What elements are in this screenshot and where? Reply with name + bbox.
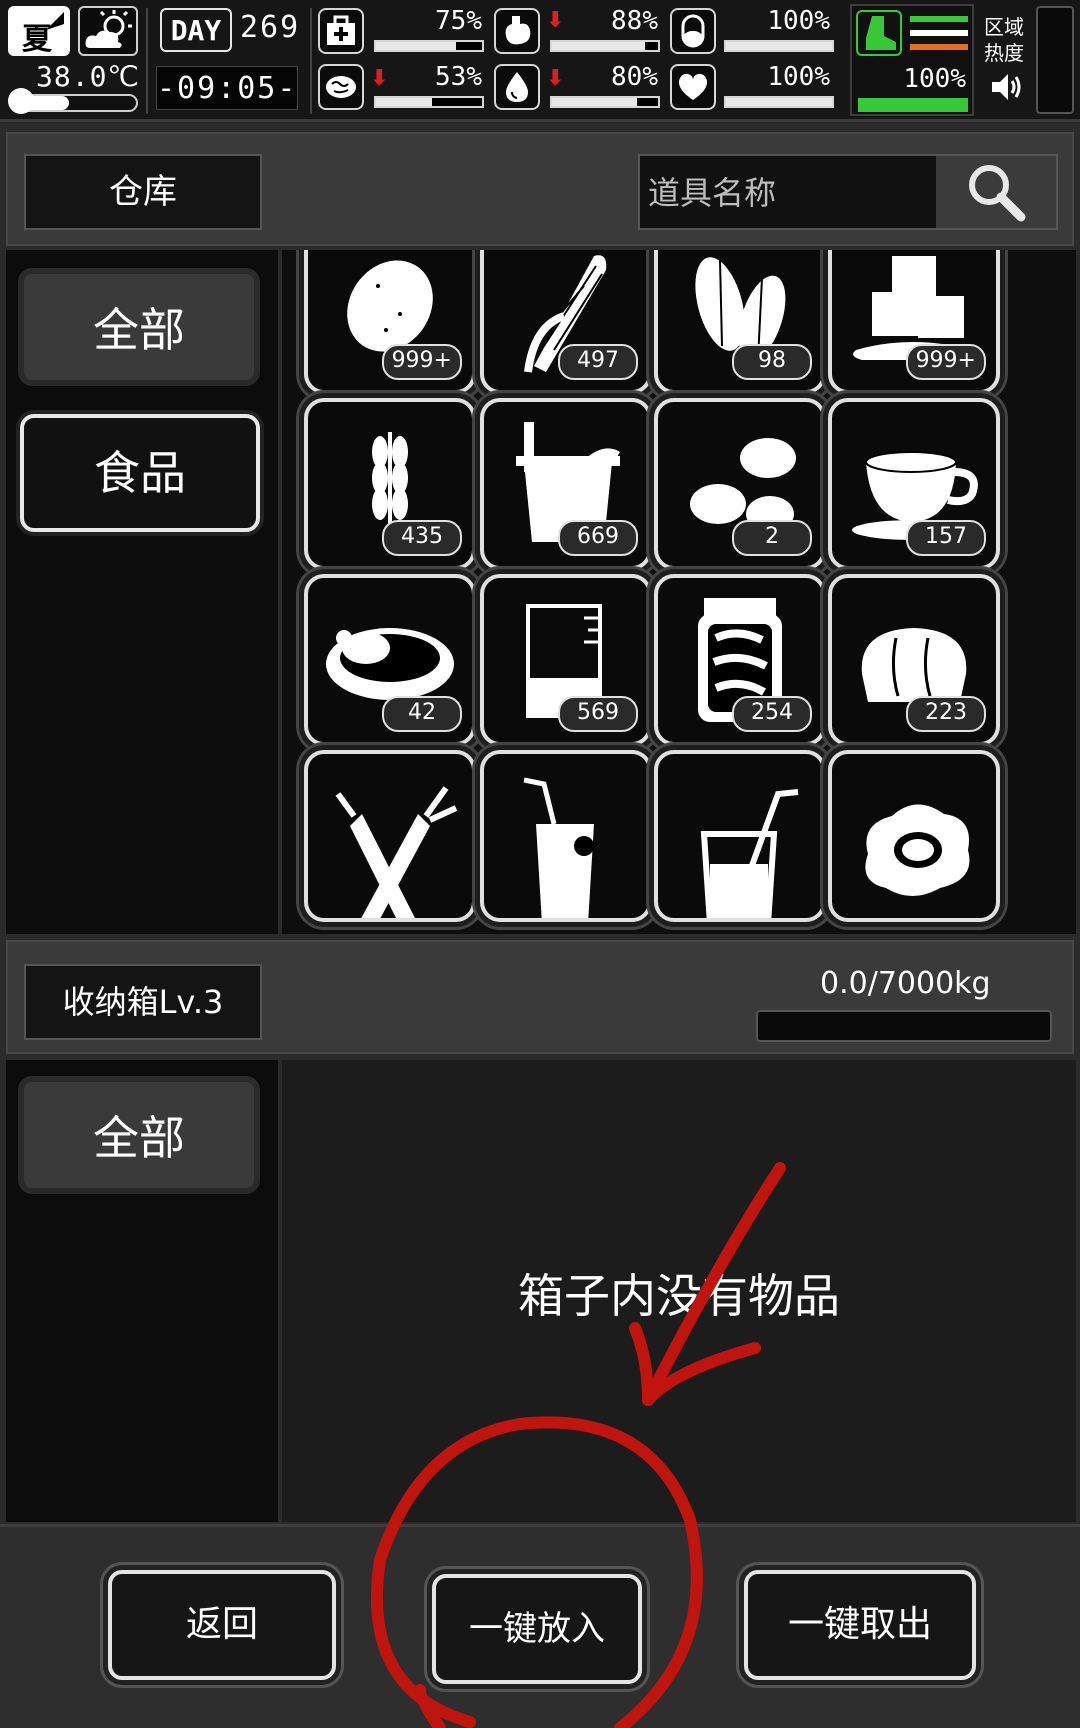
day-label: DAY [160,8,232,52]
item-slot[interactable]: 435 [304,398,476,570]
brain-bar [374,96,484,108]
item-slot[interactable]: 157 [828,398,1000,570]
empty-storage-message: 箱子内没有物品 [518,1269,840,1323]
search-button[interactable] [936,156,1056,228]
status-bar: 夏 38.0℃ DAY 269 -09:05- 75% ⬇ 88% 100% ⬇… [0,0,1080,122]
capacity-bar [756,1010,1052,1042]
speaker-icon[interactable] [990,72,1024,102]
health-bar [374,40,484,52]
heart-icon [670,64,716,110]
item-count-badge: 254 [732,696,812,732]
item-slot[interactable]: 999+ [828,250,1000,394]
drink-straw-icon [700,789,799,918]
stamina-line-white [910,30,968,36]
thermometer-icon [8,88,34,114]
item-count-badge: 999+ [905,344,986,380]
item-slot[interactable] [828,750,1000,922]
fried-egg-icon [865,804,970,896]
item-slot[interactable]: 669 [480,398,652,570]
boot-icon [856,10,902,56]
brain-percent: 53% [435,62,482,92]
storage-category-all-button[interactable]: 全部 [18,1076,260,1194]
item-slot[interactable]: 42 [304,574,476,746]
item-slot[interactable]: 254 [654,574,826,746]
thirst-bar [550,96,660,108]
juice-glass-icon [523,777,594,918]
water-drop-icon [494,64,540,110]
health-percent: 75% [435,6,482,36]
thirst-percent: 80% [611,62,658,92]
mood-percent: 100% [767,62,830,92]
search-bar [638,154,1058,230]
item-count-badge: 999+ [381,344,462,380]
carrot-icon [335,786,458,918]
item-count-badge: 98 [732,344,812,380]
item-slot[interactable] [480,750,652,922]
item-count-badge: 42 [382,696,462,732]
stomach-icon [494,8,540,54]
item-count-badge: 435 [382,520,462,556]
item-count-badge: 2 [732,520,812,556]
region-heat-text: 区域热度 [984,15,1024,65]
item-count-badge: 569 [558,696,638,732]
category-food-button[interactable]: 食品 [20,414,260,532]
item-count-badge: 223 [906,696,986,732]
game-clock: -09:05- [156,66,298,110]
warehouse-title: 仓库 [24,154,262,230]
storage-title: 收纳箱Lv.3 [24,964,262,1040]
item-slot[interactable] [654,750,826,922]
item-slot[interactable]: 2 [654,398,826,570]
hunger-percent: 88% [611,6,658,36]
store-all-button[interactable]: 一键放入 [432,1574,642,1684]
region-heat-label[interactable]: 区域热度 [984,14,1028,66]
item-slot[interactable]: 98 [654,250,826,394]
take-all-button[interactable]: 一键取出 [744,1570,976,1680]
capsule-icon [670,8,716,54]
stamina-bar [858,98,968,112]
capsule-bar [724,40,834,52]
temperature-value: 38.0℃ [36,60,140,93]
stamina-line-green [910,16,968,22]
search-input[interactable] [646,162,950,224]
item-slot[interactable] [304,750,476,922]
item-grid: 999+ 497 98 999+ 435 669 2 157 42 569 254 223 [282,250,1076,934]
divider [310,8,312,114]
side-toggle-panel[interactable] [1036,6,1074,114]
item-slot[interactable]: 999+ [304,250,476,394]
capacity-text: 0.0/7000kg [820,966,991,1001]
stamina-panel: 100% [850,4,974,116]
brain-icon [318,64,364,110]
season-badge: 夏 [8,6,70,57]
stamina-line-orange [910,44,968,50]
season-flag-icon [46,12,64,30]
item-slot[interactable]: 223 [828,574,1000,746]
item-count-badge: 669 [558,520,638,556]
back-button[interactable]: 返回 [108,1570,336,1680]
medkit-icon [318,8,364,54]
mood-bar [724,96,834,108]
item-slot[interactable]: 569 [480,574,652,746]
item-slot[interactable]: 497 [480,250,652,394]
divider [146,8,148,114]
stamina-percent: 100% [903,64,966,94]
weather-icon [78,6,138,56]
day-number: 269 [240,10,301,45]
hunger-bar [550,40,660,52]
category-all-button[interactable]: 全部 [18,268,260,386]
capsule-percent: 100% [767,6,830,36]
item-count-badge: 497 [558,344,638,380]
item-count-badge: 157 [906,520,986,556]
search-icon [969,165,1026,222]
